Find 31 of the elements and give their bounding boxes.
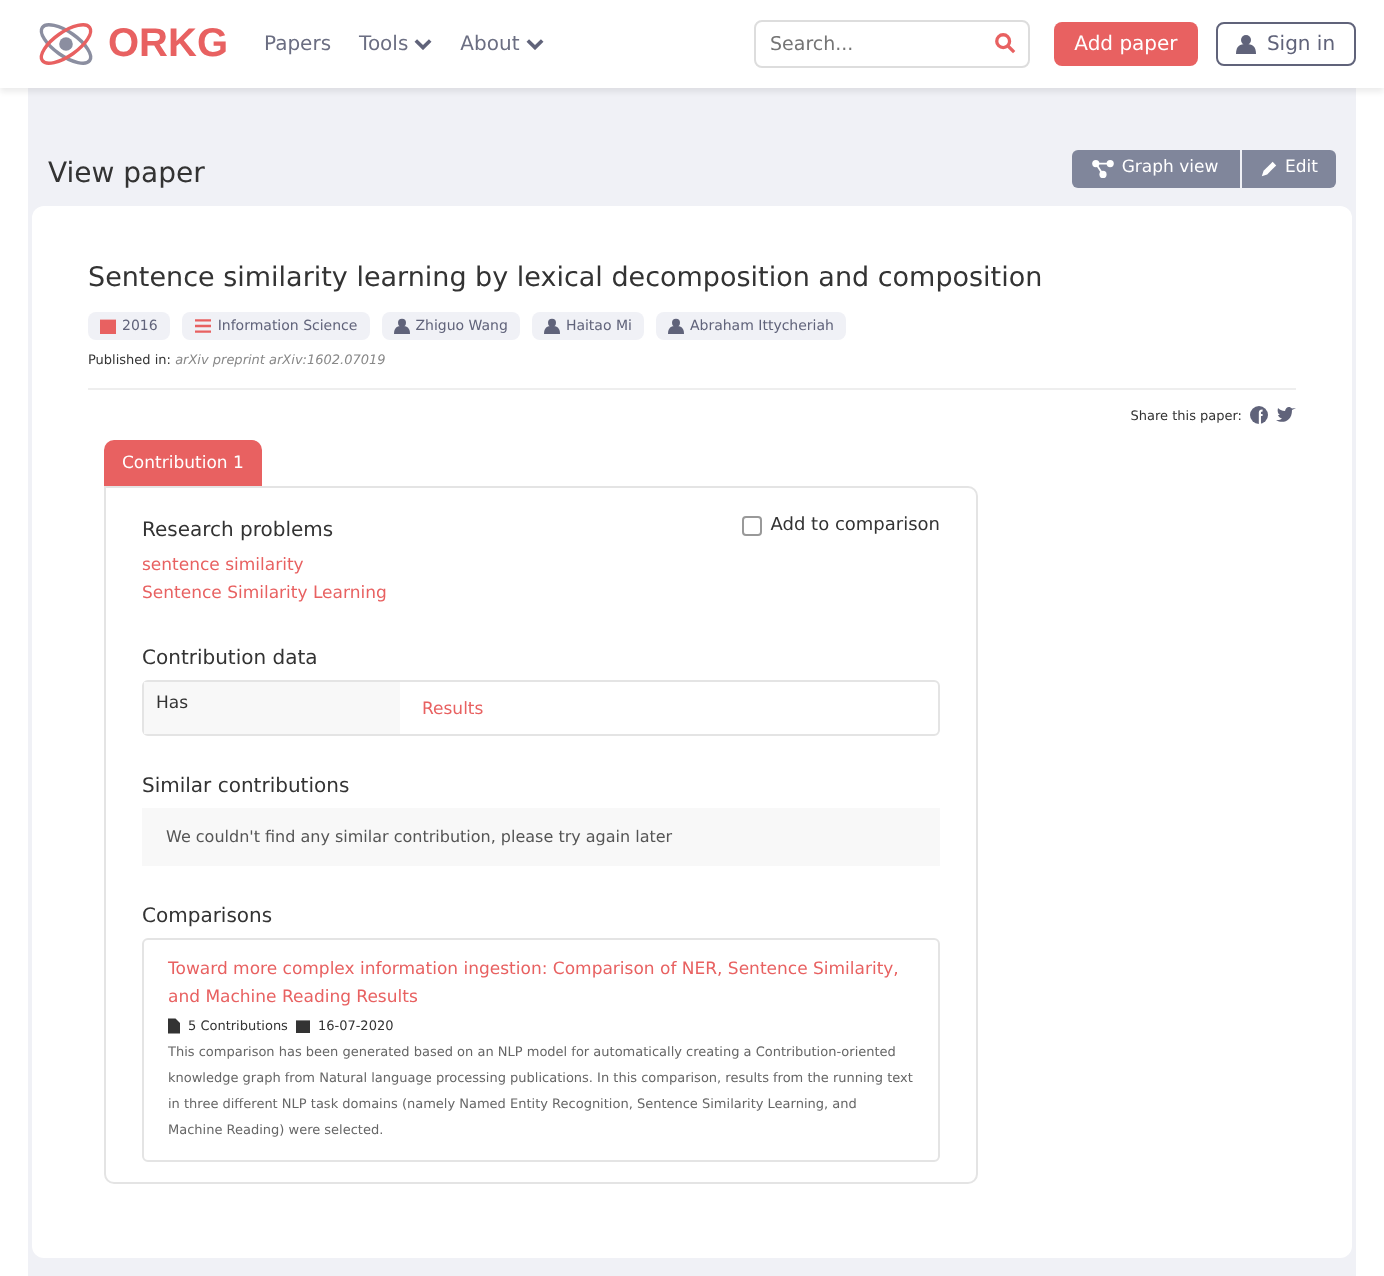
search-field[interactable]: Search...: [754, 20, 1030, 68]
facebook-icon[interactable]: [1250, 406, 1268, 424]
calendar-icon: [295, 1018, 310, 1034]
research-problem-link[interactable]: sentence similarity: [142, 552, 940, 580]
sign-in-button[interactable]: Sign in: [1216, 22, 1356, 66]
add-to-comparison-checkbox[interactable]: Add to comparison: [742, 516, 940, 536]
property-cell: Has: [144, 682, 400, 734]
section-heading: Comparisons: [142, 906, 275, 928]
value-link[interactable]: Results: [400, 682, 506, 734]
nav-link[interactable]: About: [460, 33, 544, 55]
contribution-tab[interactable]: Contribution 1: [104, 440, 262, 486]
edit-button[interactable]: Edit: [1241, 149, 1336, 187]
search-icon: [994, 32, 1016, 54]
nav-link[interactable]: Papers: [264, 33, 332, 55]
document-icon: [168, 1018, 180, 1034]
empty-message: We couldn't find any similar contribution, please try again later: [142, 808, 940, 866]
twitter-icon[interactable]: [1276, 406, 1296, 424]
research-problem-link[interactable]: Sentence Similarity Learning: [142, 580, 940, 608]
section-heading: Research problems: [142, 520, 334, 542]
graph-view-button[interactable]: Graph view: [1071, 149, 1240, 187]
comparison-title-link[interactable]: Toward more complex information ingestion: Comparison of NER, Sentence Similarity, and Machine Reading Results: [168, 956, 914, 1012]
section-heading: Similar contributions: [142, 776, 352, 798]
paper-title: Sentence similarity learning by lexical decomposition and composition: [88, 262, 1045, 294]
nav-link[interactable]: Tools: [359, 33, 433, 55]
user-icon: [1236, 34, 1257, 54]
graph-icon: [1091, 159, 1114, 177]
pencil-icon: [1259, 159, 1278, 177]
logo-text[interactable]: ORKG: [108, 21, 228, 67]
add-paper-button[interactable]: Add paper: [1054, 22, 1198, 66]
section-heading: Contribution data: [142, 648, 320, 670]
page-title: View paper: [48, 158, 205, 190]
